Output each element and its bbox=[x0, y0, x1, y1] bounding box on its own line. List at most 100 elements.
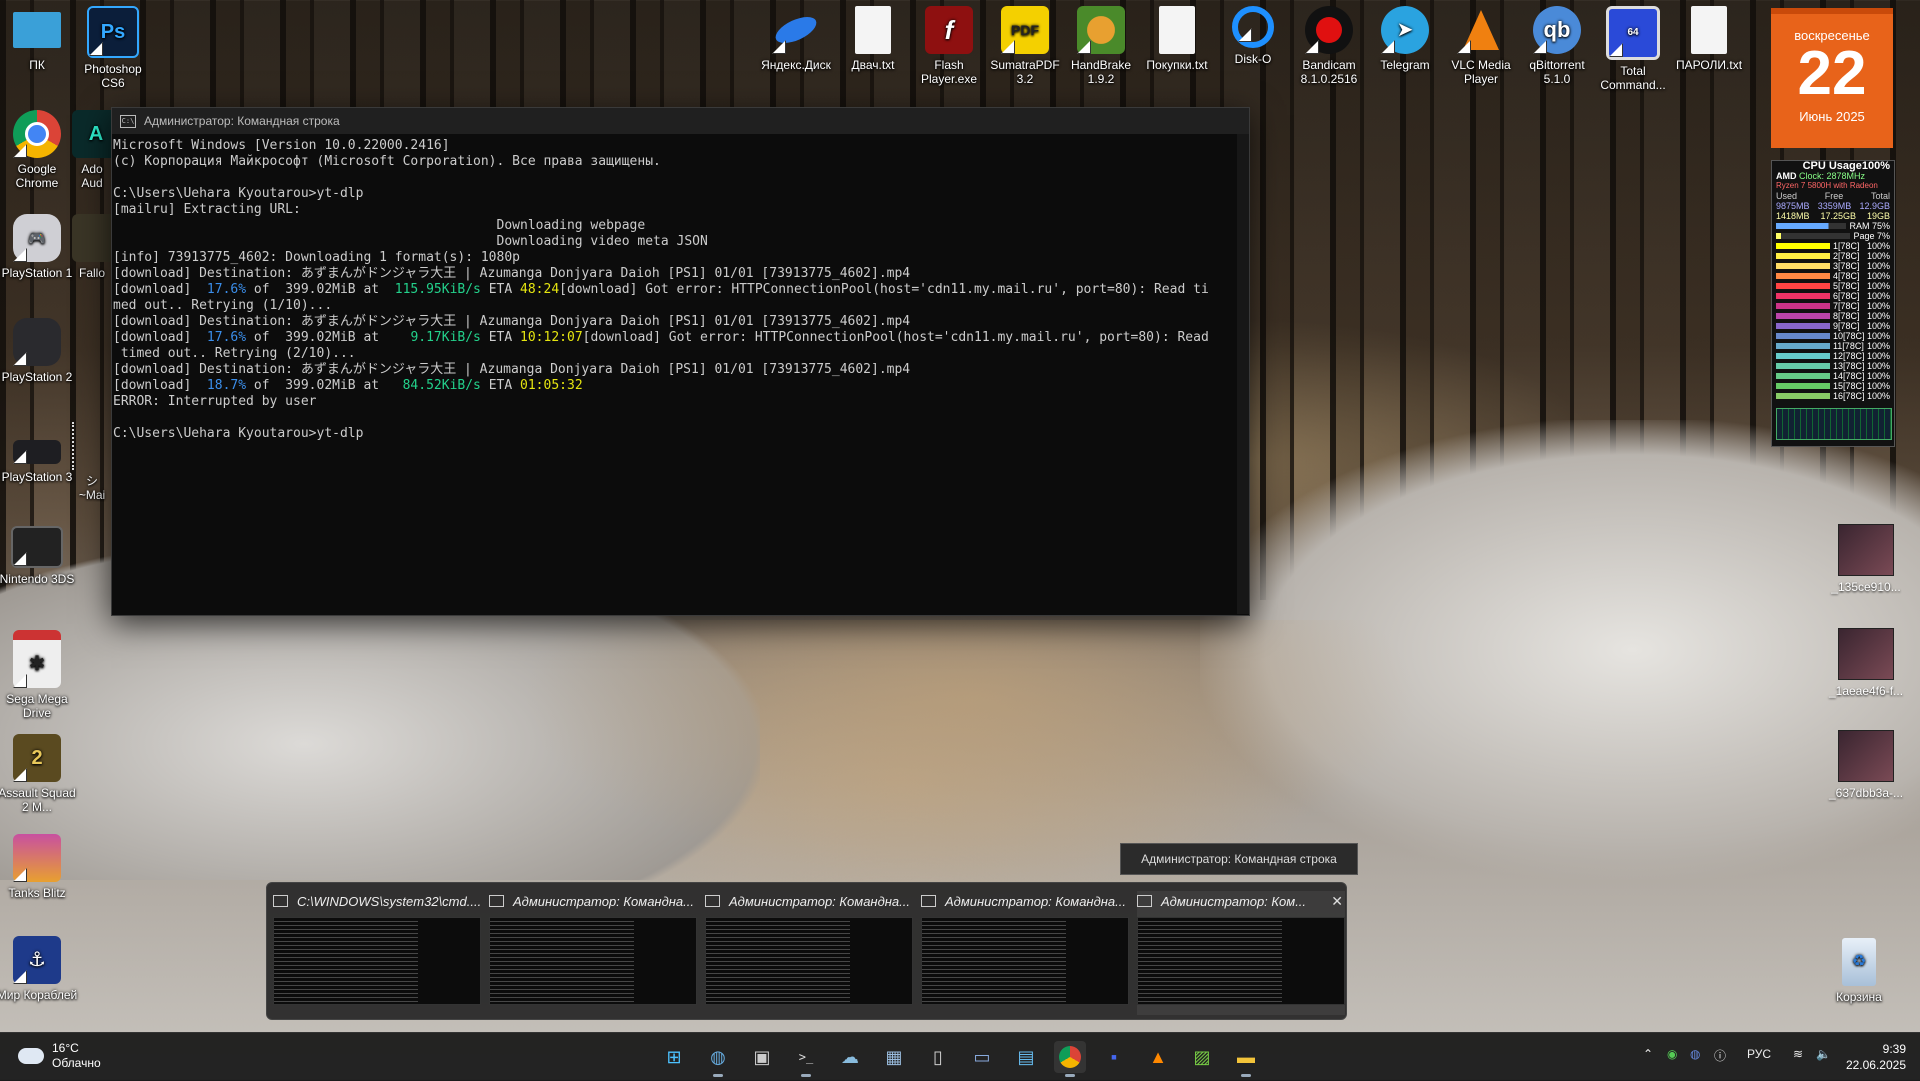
desktop-icon-flash-player[interactable]: f Flash Player.exe bbox=[908, 6, 990, 86]
desktop-icon-dvach-txt[interactable]: Двач.txt bbox=[832, 6, 914, 72]
desktop-icon-playstation1[interactable]: 🎮 PlayStation 1 bbox=[0, 214, 78, 280]
close-icon[interactable]: ✕ bbox=[1331, 893, 1343, 910]
weather-temp: 16°C bbox=[52, 1041, 79, 1055]
calendar-day: 22 bbox=[1797, 39, 1867, 108]
weather-desc: Облачно bbox=[52, 1056, 101, 1070]
dl-speed: 115.95KiB/s bbox=[394, 282, 481, 297]
desktop-icon-folder[interactable]: シ ~Mai bbox=[72, 422, 112, 502]
calendar-widget[interactable]: воскресенье 22 Июнь 2025 bbox=[1771, 8, 1893, 148]
start-icon[interactable]: ⊞ bbox=[658, 1041, 690, 1073]
desktop-icon-paroli-txt[interactable]: ПАРОЛИ.txt bbox=[1668, 6, 1750, 72]
dl-size: of 399.02MiB at bbox=[246, 330, 411, 345]
sega-mega-drive-icon: ✱ bbox=[13, 630, 61, 688]
calculator-icon[interactable]: ▦ bbox=[878, 1041, 910, 1073]
clock-time: 9:39 bbox=[1882, 1042, 1906, 1056]
core-pct: 100% bbox=[1866, 261, 1890, 271]
explorer-icon[interactable]: ▬ bbox=[1230, 1041, 1262, 1077]
clock[interactable]: 9:39 22.06.2025 bbox=[1846, 1041, 1906, 1073]
photos-icon[interactable]: ▨ bbox=[1186, 1041, 1218, 1073]
globe-icon[interactable]: ◍ bbox=[702, 1041, 734, 1077]
mem-row1: 9875MB 3359MB 12.9GB bbox=[1772, 201, 1894, 211]
desktop-icon-pokupki-txt[interactable]: Покупки.txt bbox=[1136, 6, 1218, 72]
image-thumb-1[interactable] bbox=[1838, 524, 1894, 576]
desktop-icon-world-of-warships[interactable]: ⚓ Мир Кораблей bbox=[0, 936, 78, 1002]
desktop-icon-playstation3[interactable]: PlayStation 3 bbox=[0, 422, 78, 484]
clapper-icon[interactable]: ▣ bbox=[746, 1041, 778, 1073]
desktop-icon-assault-squad[interactable]: 2 Assault Squad 2 M... bbox=[0, 734, 78, 814]
pc-icon bbox=[13, 12, 61, 48]
desktop-icon-yandex-disk[interactable]: Яндекс.Диск bbox=[755, 6, 837, 72]
desktop-icon-adobe-audition[interactable]: A Ado Aud bbox=[72, 110, 112, 190]
core-label: 5[78C] bbox=[1832, 281, 1860, 291]
console-window[interactable]: C:\ Администратор: Командная строка Micr… bbox=[111, 107, 1250, 616]
dl-eta: 10:12:07 bbox=[520, 330, 583, 345]
pictures-icon[interactable]: ▤ bbox=[1010, 1041, 1042, 1073]
adobe-audition-icon: A bbox=[72, 110, 112, 158]
cpu-usage-gadget[interactable]: CPU Usage100% AMD Clock: 2878MHz Ryzen 7… bbox=[1771, 160, 1895, 447]
tray-info-icon[interactable]: ⓘ bbox=[1714, 1047, 1726, 1064]
desktop-icon-telegram[interactable]: ➤ Telegram bbox=[1364, 6, 1446, 72]
chrome-icon bbox=[13, 110, 61, 158]
cmd-icon bbox=[921, 895, 936, 907]
console-line: med out.. Retrying (1/10)... bbox=[113, 298, 333, 313]
save-icon[interactable]: ▪ bbox=[1098, 1041, 1130, 1073]
desktop-icon-disk-o[interactable]: Disk-O bbox=[1212, 6, 1294, 66]
desktop-icon-recycle-bin[interactable]: ♻ Корзина bbox=[1818, 938, 1900, 1004]
sumatra-pdf-icon: PDF bbox=[1001, 6, 1049, 54]
core-bar bbox=[1776, 353, 1830, 359]
desktop-icon-nintendo-3ds[interactable]: Nintendo 3DS bbox=[0, 526, 78, 586]
desktop-icon-chrome[interactable]: Google Chrome bbox=[0, 110, 78, 190]
console-output[interactable]: Microsoft Windows [Version 10.0.22000.24… bbox=[112, 134, 1249, 608]
core-label: 9[78C] bbox=[1832, 321, 1860, 331]
language-indicator[interactable]: РУС bbox=[1747, 1047, 1771, 1061]
wifi-icon[interactable]: ≋ bbox=[1793, 1047, 1803, 1061]
desktop-icon-total-commander[interactable]: 64 Total Command... bbox=[1592, 6, 1674, 92]
desktop-icon-qbittorrent[interactable]: qb qBittorrent 5.1.0 bbox=[1516, 6, 1598, 86]
window-preview-1[interactable]: C:\WINDOWS\system32\cmd.... bbox=[273, 891, 481, 1015]
desktop-icon-handbrake[interactable]: HandBrake 1.9.2 bbox=[1060, 6, 1142, 86]
desktop-icon-pc[interactable]: ПК bbox=[0, 6, 78, 72]
console-scrollbar[interactable] bbox=[1237, 134, 1249, 614]
terminal-icon[interactable]: >_ bbox=[790, 1041, 822, 1077]
image-thumb-3[interactable] bbox=[1838, 730, 1894, 782]
desktop-icon-sega-mega-drive[interactable]: ✱ Sega Mega Drive bbox=[0, 630, 78, 720]
vlc-icon[interactable]: ▲ bbox=[1142, 1041, 1174, 1073]
folder-icon bbox=[72, 422, 112, 470]
weather-widget[interactable]: 16°C Облачно bbox=[18, 1041, 101, 1071]
tray-status-icon[interactable]: ◉ bbox=[1667, 1047, 1677, 1061]
image-thumb-2[interactable] bbox=[1838, 628, 1894, 680]
usb-icon[interactable]: ▯ bbox=[922, 1041, 954, 1073]
core-label: 7[78C] bbox=[1832, 301, 1860, 311]
tray-app-icon[interactable]: ◍ bbox=[1690, 1047, 1700, 1061]
desktop-icon-photoshop[interactable]: Ps Photoshop CS6 bbox=[72, 6, 154, 90]
chrome-icon[interactable] bbox=[1054, 1041, 1086, 1077]
window-preview-5[interactable]: Администратор: Ком... ✕ bbox=[1137, 891, 1345, 1015]
window-preview-3[interactable]: Администратор: Командна... bbox=[705, 891, 913, 1015]
chevron-up-icon[interactable]: ⌃ bbox=[1643, 1047, 1653, 1061]
desktop-icon-playstation2[interactable]: PlayStation 2 bbox=[0, 318, 78, 384]
core-row: 11[78C] 100% bbox=[1772, 341, 1894, 351]
desktop-icon-fallout[interactable]: Fallo bbox=[72, 214, 112, 280]
core-row: 5[78C] 100% bbox=[1772, 281, 1894, 291]
core-label: 3[78C] bbox=[1832, 261, 1860, 271]
cmd-icon bbox=[705, 895, 720, 907]
dl-speed: 9.17KiB/s bbox=[410, 330, 481, 345]
image-thumb-2-label: _1aeae4f6-f... bbox=[1828, 684, 1904, 698]
network-icon[interactable]: ☁ bbox=[834, 1041, 866, 1073]
preview-thumbnail bbox=[273, 917, 481, 1005]
monitor-icon[interactable]: ▭ bbox=[966, 1041, 998, 1073]
mem-header-used: Used bbox=[1776, 191, 1798, 201]
fallout-icon bbox=[72, 214, 112, 262]
desktop-icon-bandicam[interactable]: Bandicam 8.1.0.2516 bbox=[1288, 6, 1370, 86]
desktop-icon-sumatra-pdf[interactable]: PDF SumatraPDF 3.2 bbox=[984, 6, 1066, 86]
desktop-icon-tanks-blitz[interactable]: Tanks Blitz bbox=[0, 834, 78, 900]
page-row: Page 7% bbox=[1772, 231, 1894, 241]
volume-icon[interactable]: 🔈 bbox=[1816, 1047, 1831, 1061]
dl-error: [download] Got error: HTTPConnectionPool… bbox=[582, 330, 1209, 345]
window-preview-2[interactable]: Администратор: Командна... bbox=[489, 891, 697, 1015]
console-titlebar[interactable]: C:\ Администратор: Командная строка bbox=[112, 108, 1249, 134]
console-line: [info] 73913775_4602: Downloading 1 form… bbox=[113, 250, 520, 265]
desktop-icon-vlc[interactable]: VLC Media Player bbox=[1440, 6, 1522, 86]
window-preview-4[interactable]: Администратор: Командна... bbox=[921, 891, 1129, 1015]
